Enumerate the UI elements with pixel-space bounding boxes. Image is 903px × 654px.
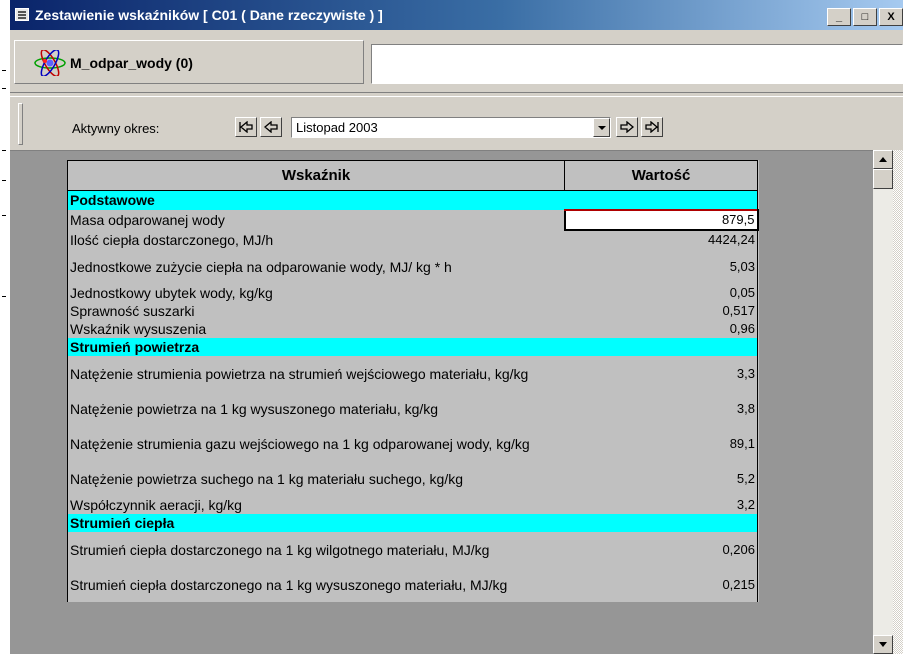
row-value[interactable]: 0,215 (564, 567, 758, 602)
edge-tick (2, 215, 6, 216)
row-name: Sprawność suszarki (67, 302, 565, 320)
report-area: Wskaźnik Wartość Podstawowe Masa odparow… (10, 150, 873, 654)
indicator-selector[interactable]: M_odpar_wody (0) (14, 40, 364, 84)
table-row: Natężenie powietrza suchego na 1 kg mate… (67, 461, 758, 496)
row-value[interactable]: 3,8 (564, 391, 758, 426)
table-row: Strumień ciepła dostarczonego na 1 kg wi… (67, 532, 758, 567)
period-select-value: Listopad 2003 (296, 120, 378, 135)
previous-arrow-icon (263, 121, 278, 133)
row-name: Natężenie powietrza na 1 kg wysuszonego … (67, 391, 565, 426)
edge-tick (2, 88, 6, 89)
section-header-air-flow: Strumień powietrza (67, 338, 758, 356)
toolbar-grip[interactable] (18, 103, 23, 145)
indicator-description-field[interactable] (371, 44, 903, 84)
table-row: Jednostkowe zużycie ciepła na odparowani… (67, 249, 758, 284)
window-controls: _ □ X (827, 8, 903, 26)
indicator-summary-window: Zestawienie wskaźników [ C01 ( Dane rzec… (10, 0, 903, 654)
previous-period-button[interactable] (260, 117, 282, 137)
row-value[interactable]: 5,2 (564, 461, 758, 496)
table-row: Jednostkowy ubytek wody, kg/kg 0,05 (67, 284, 758, 302)
row-name: Natężenie strumienia gazu wejściowego na… (67, 426, 565, 461)
edge-tick (2, 70, 6, 71)
section-header-basic: Podstawowe (67, 190, 758, 210)
table-row: Natężenie strumienia powietrza na strumi… (67, 356, 758, 391)
last-period-button[interactable] (641, 117, 663, 137)
left-edge-strip (0, 0, 10, 654)
row-name: Jednostkowy ubytek wody, kg/kg (67, 284, 565, 302)
table-row: Wskaźnik wysuszenia 0,96 (67, 320, 758, 338)
table-row: Strumień ciepła dostarczonego na 1 kg wy… (67, 567, 758, 602)
section-header-heat-flow: Strumień ciepła (67, 514, 758, 532)
header-value: Wartość (564, 160, 758, 191)
row-name: Natężenie strumienia powietrza na strumi… (67, 356, 565, 391)
edge-tick (2, 296, 6, 297)
row-name: Natężenie powietrza suchego na 1 kg mate… (67, 461, 565, 496)
table-row: Natężenie powietrza na 1 kg wysuszonego … (67, 391, 758, 426)
row-name: Jednostkowe zużycie ciepła na odparowani… (67, 249, 565, 284)
dropdown-arrow-icon[interactable] (593, 118, 610, 137)
row-value[interactable]: 0,206 (564, 532, 758, 567)
first-arrow-icon (239, 121, 253, 133)
atom-icon (34, 50, 66, 76)
table-row: Masa odparowanej wody 879,5 (67, 209, 759, 231)
table-row: Współczynnik aeracji, kg/kg 3,2 (67, 496, 758, 514)
row-name: Wskaźnik wysuszenia (67, 320, 565, 338)
row-value[interactable]: 0,05 (564, 284, 758, 302)
row-name: Ilość ciepła dostarczonego, MJ/h (67, 230, 565, 249)
window-title: Zestawienie wskaźników [ C01 ( Dane rzec… (35, 7, 383, 23)
period-toolbar: Aktywny okres: Listopad 2003 (10, 96, 903, 151)
row-value[interactable]: 89,1 (564, 426, 758, 461)
row-value[interactable]: 3,3 (564, 356, 758, 391)
table-row: Natężenie strumienia gazu wejściowego na… (67, 426, 758, 461)
indicator-table: Wskaźnik Wartość Podstawowe Masa odparow… (67, 160, 759, 602)
row-name: Strumień ciepła dostarczonego na 1 kg wi… (67, 532, 565, 567)
next-arrow-icon (620, 121, 635, 133)
row-value[interactable]: 5,03 (564, 249, 758, 284)
edge-tick (2, 150, 6, 151)
row-value[interactable]: 0,96 (564, 320, 758, 338)
row-value-selected[interactable]: 879,5 (563, 209, 759, 231)
next-period-button[interactable] (616, 117, 638, 137)
vertical-scrollbar[interactable] (873, 150, 893, 654)
maximize-button[interactable]: □ (853, 8, 877, 26)
minimize-button[interactable]: _ (827, 8, 851, 26)
row-value[interactable]: 4424,24 (564, 230, 758, 249)
scroll-track[interactable] (893, 150, 903, 654)
period-select[interactable]: Listopad 2003 (291, 117, 611, 138)
indicator-name: M_odpar_wody (0) (70, 55, 193, 71)
row-value[interactable]: 3,2 (564, 496, 758, 514)
table-row: Ilość ciepła dostarczonego, MJ/h 4424,24 (67, 230, 758, 249)
close-button[interactable]: X (879, 8, 903, 26)
title-bar[interactable]: Zestawienie wskaźników [ C01 ( Dane rzec… (10, 0, 903, 30)
row-name: Współczynnik aeracji, kg/kg (67, 496, 565, 514)
window-app-icon[interactable] (15, 8, 29, 21)
active-period-label: Aktywny okres: (72, 121, 160, 136)
indicator-panel: M_odpar_wody (0) (10, 30, 903, 93)
table-row: Sprawność suszarki 0,517 (67, 302, 758, 320)
scroll-thumb[interactable] (873, 169, 893, 189)
first-period-button[interactable] (235, 117, 257, 137)
row-name: Strumień ciepła dostarczonego na 1 kg wy… (67, 567, 565, 602)
edge-tick (2, 180, 6, 181)
row-name: Masa odparowanej wody (67, 210, 565, 230)
scroll-down-button[interactable] (873, 635, 893, 654)
row-value[interactable]: 0,517 (564, 302, 758, 320)
last-arrow-icon (645, 121, 659, 133)
header-indicator: Wskaźnik (67, 160, 565, 191)
scroll-up-button[interactable] (873, 150, 893, 169)
